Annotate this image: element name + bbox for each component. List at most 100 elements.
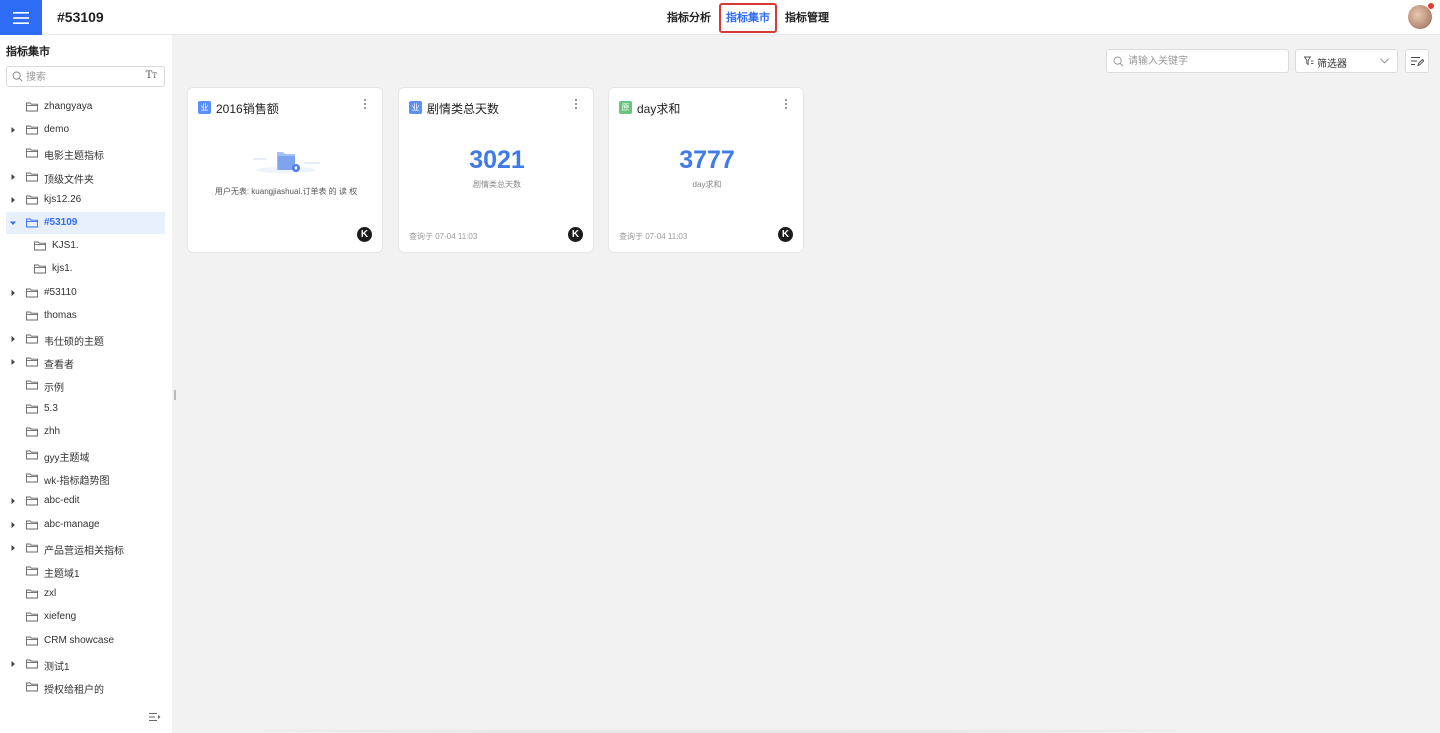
sidebar-folder-label: abc-edit (44, 495, 80, 507)
card-type-badge: 业 (409, 101, 422, 114)
hamburger-menu-button[interactable] (0, 0, 42, 35)
kyligence-logo-icon: K (568, 227, 583, 242)
sidebar-folder-label: CRM showcase (44, 634, 115, 646)
query-timestamp: 查询于 07-04 11:03 (409, 232, 478, 241)
sidebar-folder-item[interactable]: 测试1 (6, 653, 165, 675)
folder-icon (26, 102, 38, 112)
card-title: day求和 (637, 102, 681, 116)
tab-metric-market[interactable]: 指标集市 (719, 2, 777, 33)
sidebar-folder-item[interactable]: xiefeng (6, 606, 165, 628)
caret-right-icon[interactable] (9, 196, 17, 204)
sidebar-title: 指标集市 (6, 46, 50, 58)
sidebar-resize-handle[interactable] (174, 390, 176, 400)
sidebar-folder-item[interactable]: demo (6, 119, 165, 141)
search-icon (12, 71, 23, 82)
sidebar-folder-item[interactable]: thomas (6, 305, 165, 327)
folder-icon (26, 218, 38, 228)
sidebar-folder-item[interactable]: 主题域1 (6, 560, 165, 582)
caret-right-icon[interactable] (9, 358, 17, 366)
sidebar-folder-item[interactable]: abc-edit (6, 490, 165, 512)
card-title: 2016销售额 (216, 102, 279, 116)
sidebar-folder-item[interactable]: #53109 (6, 212, 165, 234)
sidebar-folder-item[interactable]: kjs1. (6, 258, 165, 280)
tab-metric-management[interactable]: 指标管理 (780, 5, 834, 31)
sidebar-folder-item[interactable]: 顶级文件夹 (6, 166, 165, 188)
metric-subtitle: 剧情类总天数 (473, 180, 521, 189)
collapse-sidebar-icon[interactable] (149, 712, 161, 722)
metric-card[interactable]: 原 day求和 3777 day求和 查询于 07-04 11:03 K (608, 87, 804, 253)
menu-icon (13, 11, 29, 24)
caret-right-icon[interactable] (9, 544, 17, 552)
sidebar-folder-item[interactable]: 查看者 (6, 351, 165, 373)
folder-icon (26, 404, 38, 414)
kyligence-logo-icon: K (357, 227, 372, 242)
no-permission-illustration (253, 152, 320, 173)
user-avatar[interactable] (1408, 3, 1434, 29)
filter-dropdown[interactable]: 筛选器 (1295, 49, 1398, 73)
main-nav: 指标分析 指标集市 指标管理 (662, 0, 834, 35)
sidebar-folder-item[interactable]: zhh (6, 421, 165, 443)
caret-down-icon[interactable] (9, 219, 17, 227)
sidebar-folder-item[interactable]: zhangyaya (6, 96, 165, 118)
sidebar-folder-item[interactable]: abc-manage (6, 514, 165, 536)
more-options-icon[interactable] (783, 98, 789, 112)
sidebar-folder-label: gyy主题域 (44, 453, 90, 464)
sidebar-folder-label: kjs12.26 (44, 193, 82, 205)
folder-icon (26, 427, 38, 437)
filter-icon (1304, 56, 1314, 66)
metric-card[interactable]: 业 2016销售额 用户无表: kuangjiashuai.订单表 的 读 权 … (187, 87, 383, 253)
sidebar-folder-label: 查看者 (44, 360, 74, 372)
sort-edit-button[interactable] (1405, 49, 1429, 73)
folder-icon (26, 566, 38, 576)
sidebar-folder-item[interactable]: KJS1. (6, 235, 165, 257)
sidebar-folder-label: xiefeng (44, 611, 77, 623)
sidebar-folder-label: zhangyaya (44, 101, 93, 112)
sidebar-folder-item[interactable]: 5.3 (6, 398, 165, 420)
folder-icon (26, 520, 38, 530)
folder-icon (26, 496, 38, 506)
card-error-message: 用户无表: kuangjiashuai.订单表 的 读 权 (214, 187, 358, 196)
more-options-icon[interactable] (573, 98, 579, 112)
folder-icon (26, 473, 38, 483)
sidebar-folder-item[interactable]: kjs12.26 (6, 189, 165, 211)
sidebar-folder-item[interactable]: #53110 (6, 282, 165, 304)
sidebar-folder-item[interactable]: wk-指标趋势图 (6, 467, 165, 489)
caret-right-icon[interactable] (9, 173, 17, 181)
folder-icon (26, 380, 38, 390)
sidebar-folder-label: #53109 (44, 217, 78, 228)
folder-icon (26, 288, 38, 298)
notification-dot (1428, 3, 1434, 9)
sidebar-folder-label: #53110 (44, 286, 77, 298)
tab-metric-analysis[interactable]: 指标分析 (662, 5, 716, 31)
sidebar-folder-item[interactable]: 授权给租户的 (6, 676, 165, 698)
sidebar-folder-label: 测试1 (44, 661, 70, 673)
bottom-scroll-shadow (260, 728, 1180, 733)
folder-icon (26, 195, 38, 205)
more-options-icon[interactable] (362, 98, 368, 112)
sidebar-folder-item[interactable]: 示例 (6, 374, 165, 396)
folder-icon (26, 311, 38, 321)
sort-edit-icon (1410, 56, 1424, 66)
caret-right-icon[interactable] (9, 289, 17, 297)
caret-right-icon[interactable] (9, 660, 17, 668)
metric-card[interactable]: 业 剧情类总天数 3021 剧情类总天数 查询于 07-04 11:03 K (398, 87, 594, 253)
sidebar-folder-item[interactable]: 电影主题指标 (6, 142, 165, 164)
caret-right-icon[interactable] (9, 335, 17, 343)
sidebar-folder-item[interactable]: CRM showcase (6, 630, 165, 652)
caret-right-icon[interactable] (9, 521, 17, 529)
sidebar-folder-label: 产品营运相关指标 (44, 545, 124, 557)
sidebar-folder-item[interactable]: zxl (6, 583, 165, 605)
sidebar-folder-item[interactable]: 产品营运相关指标 (6, 537, 165, 559)
caret-right-icon[interactable] (9, 126, 17, 134)
sidebar-search-input[interactable] (26, 69, 144, 85)
metric-search (1106, 49, 1289, 73)
sidebar-folder-item[interactable]: 韦仕硕的主题 (6, 328, 165, 350)
sidebar-folder-label: demo (44, 124, 70, 136)
sidebar-folder-item[interactable]: gyy主题域 (6, 444, 165, 466)
metric-search-input[interactable] (1128, 54, 1283, 69)
sidebar: 指标集市 TT zhangyaya demo 电影主题指标顶级文件夹 kjs12.26… (0, 35, 172, 733)
sidebar-folder-label: kjs1. (52, 263, 73, 275)
folder-icon (26, 589, 38, 599)
text-size-icon[interactable]: TT (146, 70, 157, 81)
caret-right-icon[interactable] (9, 497, 17, 505)
